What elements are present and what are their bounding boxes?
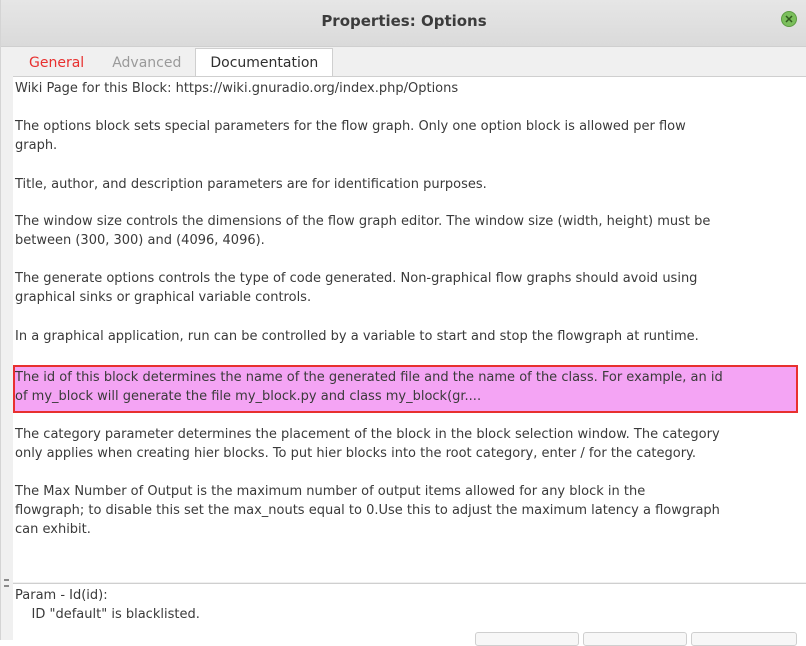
param-error-message: ID "default" is blacklisted. [15, 607, 200, 622]
highlighted-doc-paragraph: The id of this block determines the name… [15, 370, 723, 404]
doc-paragraph: The Max Number of Output is the maximum … [15, 484, 720, 537]
documentation-pane[interactable]: Wiki Page for this Block: https://wiki.g… [13, 76, 806, 582]
close-icon [785, 15, 793, 23]
tab-general[interactable]: General [15, 50, 98, 77]
dialog-button[interactable] [691, 632, 797, 646]
dialog-button[interactable] [475, 632, 579, 646]
doc-paragraph: The window size controls the dimensions … [15, 214, 711, 248]
tab-documentation[interactable]: Documentation [195, 48, 334, 77]
wiki-link-text: Wiki Page for this Block: https://wiki.g… [15, 81, 459, 96]
window-title: Properties: Options [321, 12, 487, 30]
doc-paragraph: Title, author, and description parameter… [15, 177, 487, 192]
doc-paragraph: In a graphical application, run can be c… [15, 329, 699, 344]
tab-advanced[interactable]: Advanced [98, 50, 195, 77]
doc-paragraph: The generate options controls the type o… [15, 271, 698, 305]
tab-strip: General Advanced Documentation [15, 48, 334, 77]
pane-resize-handle[interactable] [4, 579, 9, 587]
doc-paragraph: The category parameter determines the pl… [15, 427, 720, 461]
param-message-pane: Param - Id(id): ID "default" is blacklis… [13, 583, 806, 640]
close-button[interactable] [781, 11, 797, 27]
param-title: Param - Id(id): [15, 588, 108, 603]
doc-paragraph: The options block sets special parameter… [15, 119, 686, 153]
dialog-button[interactable] [583, 632, 687, 646]
properties-dialog: Properties: Options General Advanced Doc… [0, 0, 806, 646]
title-bar[interactable]: Properties: Options [1, 0, 806, 47]
